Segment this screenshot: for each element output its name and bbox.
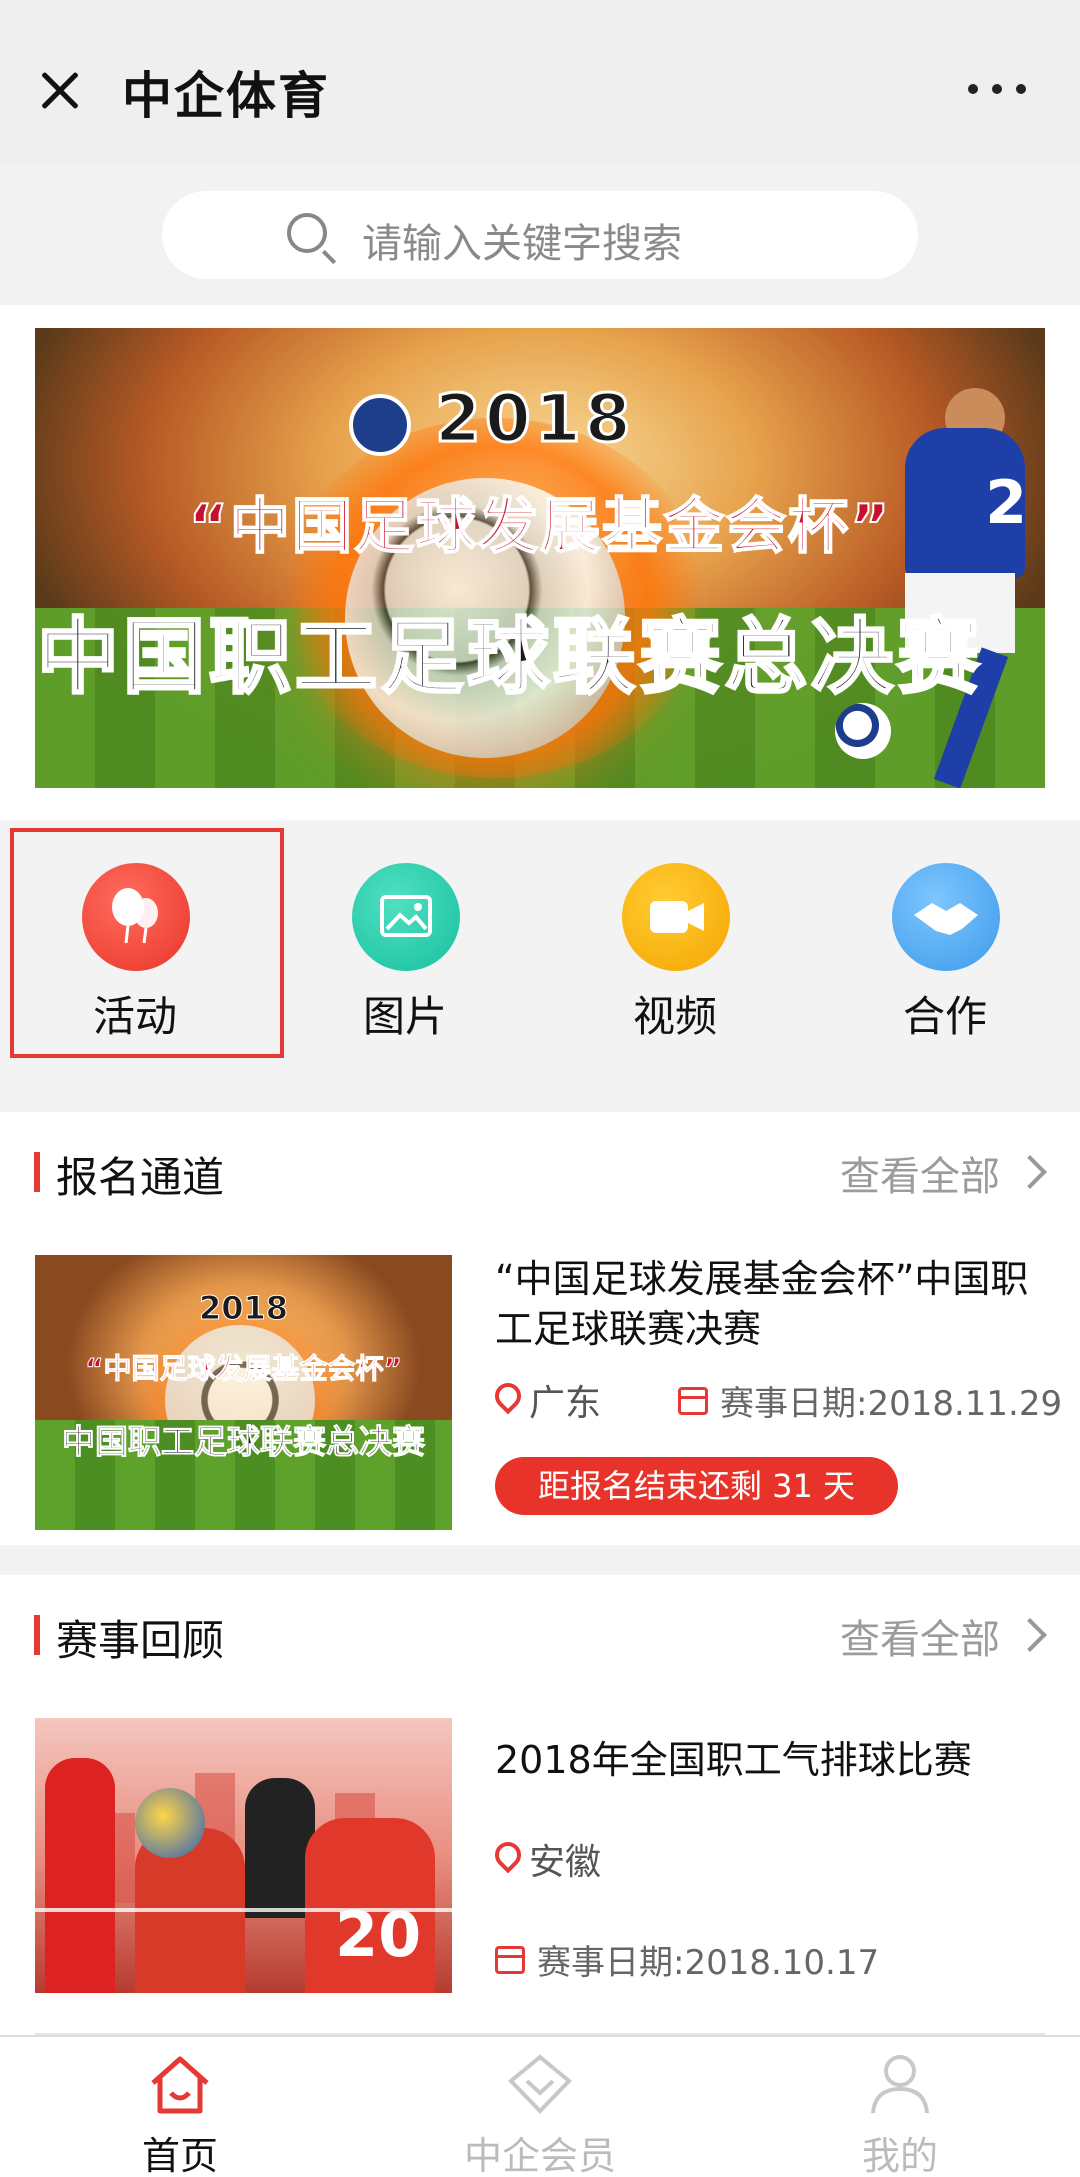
tab-label-membership: 中企会员 bbox=[463, 2134, 616, 2177]
nav-label-images: 图片 bbox=[362, 992, 447, 1041]
event-date: 赛事日期:2018.10.17 bbox=[495, 1935, 879, 1984]
banner-year: 2018 bbox=[434, 379, 635, 459]
hero-banner[interactable]: 2 2018 “中国足球发展基金会杯” 中国职工足球联赛总决赛 bbox=[35, 328, 1045, 788]
football-logo-icon bbox=[349, 394, 411, 456]
registration-section: 报名通道 查看全部 2018 “中国足球发展基金会杯” 中国职工足球联赛总决赛 … bbox=[0, 1112, 1080, 1545]
section-header: 赛事回顾 查看全部 bbox=[0, 1575, 1080, 1695]
top-bar: 中企体育 bbox=[0, 0, 1080, 185]
tab-label-profile: 我的 bbox=[861, 2134, 938, 2177]
event-location: 广东 bbox=[495, 1374, 601, 1426]
highlight-annotation-box bbox=[10, 828, 284, 1058]
search-area: 请输入关键字搜索 bbox=[0, 165, 1080, 305]
category-nav: 活动 图片 视频 合作 bbox=[0, 820, 1080, 1082]
small-football-icon bbox=[835, 703, 891, 759]
location-text: 广东 bbox=[529, 1383, 602, 1424]
event-date: 赛事日期:2018.11.29 bbox=[678, 1376, 1062, 1425]
nav-item-images[interactable]: 图片 bbox=[270, 820, 540, 1082]
page-title: 中企体育 bbox=[122, 67, 330, 125]
section-title: 报名通道 bbox=[56, 1153, 225, 1202]
location-text: 安徽 bbox=[529, 1842, 602, 1883]
tab-home[interactable]: 首页 bbox=[0, 2037, 360, 2177]
date-text: 赛事日期:2018.11.29 bbox=[720, 1384, 1063, 1424]
jersey-number: 20 bbox=[335, 1898, 422, 1971]
more-options-icon[interactable] bbox=[968, 84, 1026, 94]
image-icon bbox=[352, 863, 460, 971]
thumb-subtitle: “中国足球发展基金会杯” bbox=[85, 1352, 403, 1386]
registration-countdown-badge[interactable]: 距报名结束还剩 31 天 bbox=[495, 1457, 898, 1515]
search-icon bbox=[287, 213, 327, 253]
see-all-link[interactable]: 查看全部 bbox=[840, 1607, 1000, 1665]
event-title[interactable]: 2018年全国职工气排球比赛 bbox=[495, 1735, 1055, 1785]
location-pin-icon bbox=[495, 1842, 521, 1876]
home-icon bbox=[151, 2056, 209, 2114]
event-review-section: 赛事回顾 查看全部 20 2018年全国职工气排球比赛 安徽 赛事日期:2018… bbox=[0, 1575, 1080, 2035]
event-thumbnail[interactable]: 20 bbox=[35, 1718, 452, 1993]
banner-title: 中国职工足球联赛总决赛 bbox=[35, 609, 983, 707]
section-accent-bar bbox=[34, 1152, 40, 1192]
date-text: 赛事日期:2018.10.17 bbox=[537, 1943, 880, 1983]
search-input[interactable]: 请输入关键字搜索 bbox=[162, 191, 918, 279]
nav-label-video: 视频 bbox=[632, 992, 717, 1041]
chevron-right-icon[interactable] bbox=[1013, 1155, 1047, 1189]
event-title[interactable]: “中国足球发展基金会杯”中国职工足球联赛决赛 bbox=[495, 1254, 1055, 1354]
tab-membership[interactable]: 中企会员 bbox=[360, 2037, 720, 2177]
nav-item-video[interactable]: 视频 bbox=[540, 820, 810, 1082]
event-thumbnail[interactable]: 2018 “中国足球发展基金会杯” 中国职工足球联赛总决赛 bbox=[35, 1255, 452, 1530]
calendar-icon bbox=[678, 1386, 708, 1415]
close-icon[interactable] bbox=[32, 62, 88, 118]
video-camera-icon bbox=[622, 863, 730, 971]
handshake-icon bbox=[892, 863, 1000, 971]
calendar-icon bbox=[495, 1945, 525, 1974]
user-icon bbox=[871, 2055, 929, 2114]
nav-item-cooperation[interactable]: 合作 bbox=[810, 820, 1080, 1082]
chevron-right-icon[interactable] bbox=[1013, 1618, 1047, 1652]
see-all-link[interactable]: 查看全部 bbox=[840, 1144, 1000, 1202]
nav-label-cooperation: 合作 bbox=[902, 992, 987, 1041]
tab-profile[interactable]: 我的 bbox=[720, 2037, 1080, 2177]
location-pin-icon bbox=[495, 1383, 521, 1417]
search-placeholder: 请输入关键字搜索 bbox=[362, 221, 682, 267]
section-header: 报名通道 查看全部 bbox=[0, 1112, 1080, 1232]
event-location: 安徽 bbox=[495, 1833, 601, 1885]
banner-area: 2 2018 “中国足球发展基金会杯” 中国职工足球联赛总决赛 bbox=[0, 305, 1080, 820]
tab-label-home: 首页 bbox=[141, 2134, 218, 2177]
diamond-icon bbox=[508, 2054, 572, 2114]
banner-subtitle: “中国足球发展基金会杯” bbox=[188, 491, 892, 563]
thumb-year: 2018 bbox=[198, 1289, 289, 1328]
bottom-tab-bar: 首页 中企会员 我的 bbox=[0, 2035, 1080, 2177]
section-title: 赛事回顾 bbox=[56, 1616, 225, 1665]
thumb-title: 中国职工足球联赛总决赛 bbox=[62, 1422, 426, 1462]
section-accent-bar bbox=[34, 1615, 40, 1655]
